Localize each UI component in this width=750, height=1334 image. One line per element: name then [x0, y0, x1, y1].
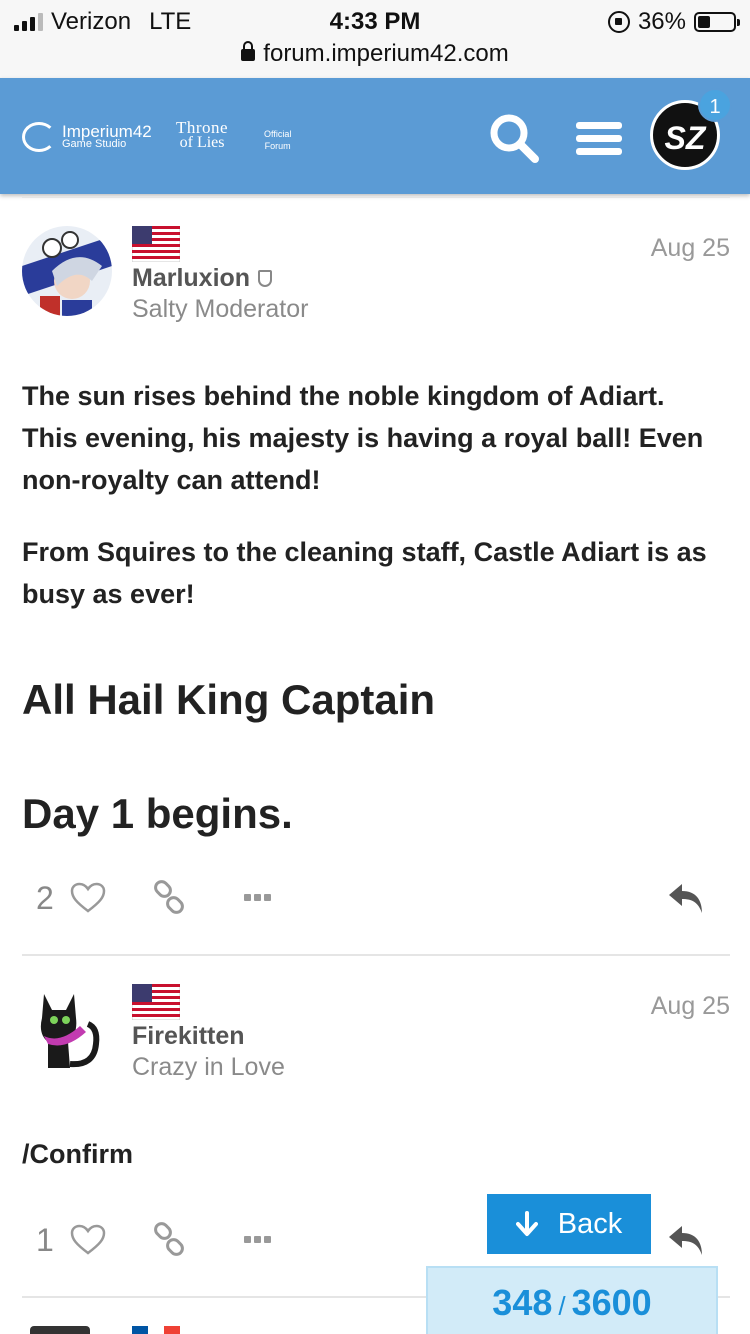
post-divider: [22, 954, 730, 956]
france-flag-icon: [132, 1326, 180, 1334]
post-date[interactable]: Aug 25: [651, 234, 730, 263]
topic-progress[interactable]: 348/3600: [426, 1266, 718, 1334]
lock-icon: [241, 41, 256, 61]
progress-current: 348: [492, 1282, 553, 1323]
search-icon[interactable]: [488, 112, 540, 164]
url-text: forum.imperium42.com: [263, 40, 509, 67]
us-flag-icon: [132, 226, 180, 262]
divider: [22, 196, 730, 198]
battery-icon: [694, 12, 740, 32]
status-right: 36%: [607, 8, 740, 36]
post-paragraph: The sun rises behind the noble kingdom o…: [22, 381, 704, 495]
user-title: Salty Moderator: [132, 295, 309, 323]
rotation-lock-icon: [607, 11, 630, 33]
site-header: Imperium42 Game Studio Throne of Lies Of…: [0, 78, 750, 194]
battery-fill: [698, 16, 711, 28]
game-name-top: Throne: [176, 118, 229, 137]
moderator-shield-icon: [258, 270, 273, 287]
heart-icon[interactable]: [70, 882, 106, 914]
reply-icon[interactable]: [666, 880, 706, 916]
battery-percent: 36%: [637, 8, 686, 35]
more-options-icon[interactable]: [244, 894, 274, 902]
avatar[interactable]: [22, 984, 112, 1074]
back-button-label: Back: [557, 1207, 623, 1240]
address-bar[interactable]: forum.imperium42.com: [0, 40, 750, 68]
username-text: Marluxion: [132, 264, 251, 292]
like-count: 1: [36, 1222, 54, 1258]
like-count: 2: [36, 880, 54, 916]
next-post-avatar-peek: [30, 1326, 90, 1334]
progress-total: 3600: [571, 1282, 652, 1323]
post-body: /Confirm: [22, 1139, 133, 1169]
imperium42-logo[interactable]: Imperium42 Game Studio: [22, 122, 152, 152]
link-icon[interactable]: [152, 880, 186, 914]
official-forum-label: Official Forum: [264, 128, 291, 152]
hamburger-menu-icon[interactable]: [576, 122, 622, 160]
status-bar: Verizon LTE 4:33 PM 36% forum.imperium42…: [0, 0, 750, 78]
post-username[interactable]: Firekitten: [132, 1022, 245, 1051]
notification-badge[interactable]: 1: [698, 88, 732, 122]
link-icon[interactable]: [152, 1222, 186, 1256]
more-options-icon[interactable]: [244, 1236, 274, 1244]
post-heading: Day 1 begins.: [22, 790, 293, 837]
post-actions: 2: [0, 876, 750, 926]
firekitten-avatar-image: [22, 984, 112, 1074]
back-button[interactable]: Back: [487, 1194, 651, 1254]
forum-label-bottom: Forum: [264, 141, 291, 151]
post-heading: All Hail King Captain: [22, 676, 436, 723]
avatar[interactable]: [22, 226, 112, 316]
throne-of-lies-logo[interactable]: Throne of Lies: [176, 118, 229, 151]
arrow-down-icon: [515, 1211, 538, 1236]
post-date[interactable]: Aug 25: [651, 992, 730, 1021]
marluxion-avatar-image: [22, 226, 112, 316]
imperium42-swirl-icon: [22, 122, 56, 152]
progress-separator: /: [558, 1291, 566, 1321]
game-name-bottom: of Lies: [179, 134, 225, 151]
user-title: Crazy in Love: [132, 1053, 285, 1081]
forum-label-top: Official: [264, 129, 292, 139]
post-username[interactable]: Marluxion: [132, 264, 273, 293]
post-paragraph: From Squires to the cleaning staff, Cast…: [22, 537, 707, 609]
heart-icon[interactable]: [70, 1224, 106, 1256]
us-flag-icon: [132, 984, 180, 1020]
studio-name: Imperium42: [62, 122, 152, 141]
reply-icon[interactable]: [666, 1222, 706, 1258]
